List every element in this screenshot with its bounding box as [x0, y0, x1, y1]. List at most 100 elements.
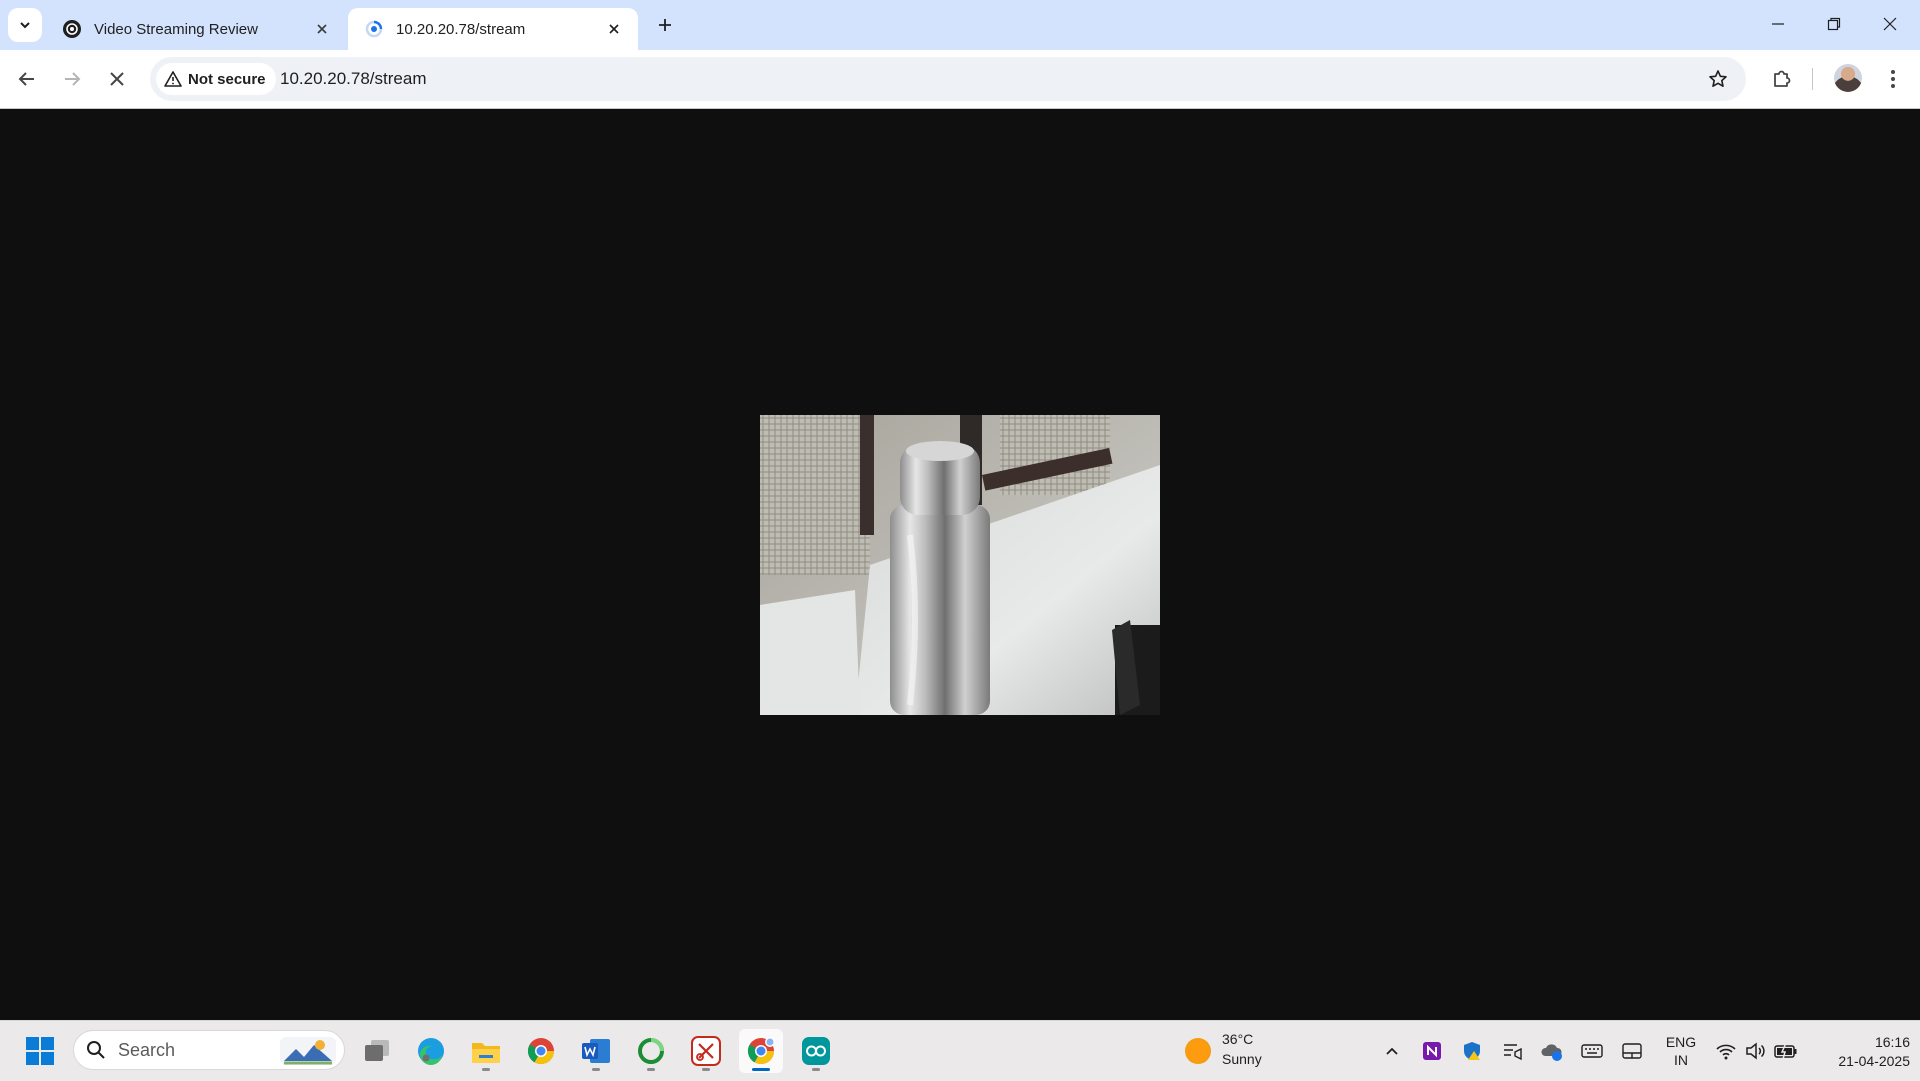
tray-wifi[interactable]	[1714, 1039, 1738, 1063]
cloud-sync-icon	[1541, 1044, 1562, 1061]
puzzle-icon	[1774, 70, 1791, 87]
bookmark-button[interactable]	[1702, 63, 1734, 95]
close-icon	[110, 72, 124, 86]
tray-onedrive[interactable]	[1540, 1039, 1564, 1063]
page-content	[0, 109, 1920, 1020]
tray-battery[interactable]	[1774, 1039, 1798, 1063]
loading-spinner-icon	[365, 20, 383, 38]
clock-date: 21-04-2025	[1838, 1053, 1910, 1069]
back-button[interactable]	[10, 62, 44, 96]
toolbar-divider	[1812, 68, 1813, 90]
running-indicator	[812, 1068, 820, 1071]
video-stream-frame	[760, 415, 1160, 715]
taskbar-app-word[interactable]	[574, 1029, 618, 1073]
tab-search-button[interactable]	[8, 8, 42, 42]
start-button[interactable]	[18, 1029, 62, 1073]
forward-button[interactable]	[55, 62, 89, 96]
region-code: IN	[1674, 1052, 1688, 1068]
language-code: ENG	[1665, 1034, 1697, 1050]
taskbar-app-spinner[interactable]	[629, 1029, 673, 1073]
chevron-up-icon	[1386, 1047, 1398, 1055]
windows-logo-icon	[26, 1037, 54, 1065]
running-indicator	[702, 1068, 710, 1071]
onenote-icon	[1423, 1042, 1441, 1060]
restore-button[interactable]	[1806, 0, 1862, 48]
windows-taskbar: Search 36°C Sunny ENG IN 16:16 21-04-202…	[0, 1020, 1920, 1081]
battery-charging-icon	[1774, 1042, 1797, 1060]
word-icon	[582, 1039, 610, 1063]
security-chip[interactable]: Not secure	[156, 63, 276, 95]
system-clock[interactable]: 16:16 21-04-2025	[1814, 1033, 1910, 1071]
taskbar-app-chrome[interactable]	[519, 1029, 563, 1073]
address-bar[interactable]: Not secure 10.20.20.78/stream	[150, 57, 1746, 101]
profile-avatar[interactable]	[1834, 64, 1862, 92]
running-indicator	[482, 1068, 490, 1071]
close-icon	[1883, 17, 1897, 31]
tray-touchpad[interactable]	[1620, 1039, 1644, 1063]
close-tab-icon[interactable]	[312, 19, 332, 39]
running-indicator	[647, 1068, 655, 1071]
tab-video-streaming-review[interactable]: Video Streaming Review	[46, 8, 346, 50]
task-view-button[interactable]	[355, 1029, 399, 1073]
arduino-icon	[802, 1037, 830, 1065]
sun-icon	[1185, 1038, 1211, 1064]
chevron-down-icon	[20, 22, 30, 29]
weather-condition: Sunny	[1222, 1051, 1262, 1067]
new-tab-button[interactable]	[652, 12, 678, 38]
close-tab-icon[interactable]	[604, 19, 624, 39]
input-language[interactable]: ENG IN	[1660, 1033, 1702, 1069]
stop-loading-button[interactable]	[100, 62, 134, 96]
tab-strip: Video Streaming Review 10.20.20.78/strea…	[0, 0, 1920, 50]
plus-icon	[659, 19, 671, 31]
taskbar-search[interactable]: Search	[73, 1030, 345, 1070]
minimize-button[interactable]	[1750, 0, 1806, 48]
chrome-icon	[747, 1037, 775, 1065]
task-view-icon	[365, 1040, 389, 1061]
taskbar-app-edge[interactable]	[409, 1029, 453, 1073]
chat-list-icon	[1504, 1044, 1522, 1061]
taskbar-app-snipping[interactable]	[684, 1029, 728, 1073]
active-indicator	[752, 1068, 770, 1071]
url-text[interactable]: 10.20.20.78/stream	[280, 57, 426, 101]
security-chip-label: Not secure	[188, 70, 266, 88]
green-ring-icon	[638, 1038, 664, 1064]
arrow-right-icon	[65, 72, 81, 86]
minimize-icon	[1772, 23, 1784, 25]
running-indicator	[592, 1068, 600, 1071]
wifi-icon	[1716, 1044, 1736, 1060]
stream-image	[760, 415, 1160, 715]
tab-title: Video Streaming Review	[94, 20, 258, 38]
shield-warning-icon	[1464, 1042, 1480, 1060]
tray-volume[interactable]	[1744, 1039, 1768, 1063]
browser-toolbar: Not secure 10.20.20.78/stream	[0, 50, 1920, 109]
search-icon	[87, 1041, 105, 1059]
restore-icon	[1827, 17, 1841, 31]
chatgpt-favicon-icon	[63, 20, 81, 38]
chrome-icon	[527, 1038, 555, 1065]
tab-title: 10.20.20.78/stream	[396, 20, 526, 38]
show-hidden-icons-button[interactable]	[1380, 1039, 1404, 1063]
weather-widget[interactable]: 36°C Sunny	[1180, 1031, 1280, 1071]
tab-stream[interactable]: 10.20.20.78/stream	[348, 8, 638, 50]
taskbar-app-chrome-active[interactable]	[739, 1029, 783, 1073]
tray-keyboard[interactable]	[1580, 1039, 1604, 1063]
close-window-button[interactable]	[1862, 0, 1918, 48]
tray-onenote[interactable]	[1420, 1039, 1444, 1063]
warning-triangle-icon	[164, 71, 182, 87]
keyboard-icon	[1581, 1044, 1603, 1058]
scissors-app-icon	[691, 1036, 721, 1066]
browser-menu-button[interactable]	[1876, 62, 1910, 96]
search-highlight-icon	[280, 1037, 336, 1065]
taskbar-app-arduino[interactable]	[794, 1029, 838, 1073]
touchpad-icon	[1622, 1043, 1642, 1059]
tray-defender[interactable]	[1460, 1039, 1484, 1063]
tray-messages[interactable]	[1500, 1039, 1524, 1063]
folder-icon	[472, 1043, 500, 1063]
extensions-button[interactable]	[1765, 62, 1799, 96]
more-vertical-icon	[1891, 70, 1895, 88]
star-icon	[1709, 70, 1727, 87]
speaker-icon	[1746, 1042, 1765, 1060]
taskbar-app-file-explorer[interactable]	[464, 1029, 508, 1073]
edge-icon	[418, 1038, 444, 1066]
clock-time: 16:16	[1874, 1034, 1910, 1050]
